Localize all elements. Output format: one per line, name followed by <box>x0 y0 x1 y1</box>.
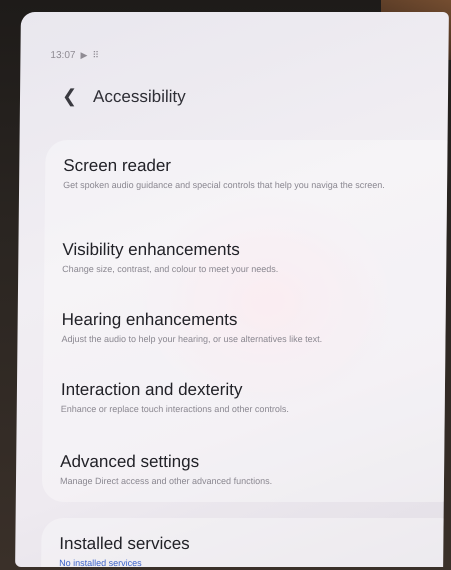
installed-services-card: Installed services No installed services <box>40 518 449 567</box>
settings-card: Screen reader Get spoken audio guidance … <box>41 140 449 502</box>
setting-description: Change size, contrast, and colour to mee… <box>62 264 279 274</box>
setting-visibility-enhancements[interactable]: Visibility enhancements Change size, con… <box>62 240 449 275</box>
setting-installed-services[interactable]: Installed services No installed services <box>59 534 449 567</box>
setting-hearing-enhancements[interactable]: Hearing enhancements Adjust the audio to… <box>61 310 448 345</box>
status-time: 13:07 <box>50 50 76 61</box>
grid-icon: ⠿ <box>92 50 100 60</box>
page-title: Accessibility <box>93 86 186 106</box>
app-bar: ❮ Accessibility <box>62 86 186 107</box>
phone-screen: 13:07 ▶ ⠿ ❮ Accessibility Screen reader … <box>15 12 449 567</box>
setting-description: Manage Direct access and other advanced … <box>59 476 273 486</box>
photo-frame: 13:07 ▶ ⠿ ❮ Accessibility Screen reader … <box>0 0 451 570</box>
setting-description: Get spoken audio guidance and special co… <box>63 180 385 190</box>
setting-advanced-settings[interactable]: Advanced settings Manage Direct access a… <box>60 452 449 487</box>
setting-screen-reader[interactable]: Screen reader Get spoken audio guidance … <box>63 156 449 191</box>
setting-title: Hearing enhancements <box>61 310 238 329</box>
setting-interaction-dexterity[interactable]: Interaction and dexterity Enhance or rep… <box>61 380 449 415</box>
setting-title: Screen reader <box>63 156 172 175</box>
setting-status: No installed services <box>59 558 142 567</box>
media-icon: ▶ <box>80 50 88 60</box>
setting-title: Interaction and dexterity <box>60 380 243 399</box>
chevron-left-icon[interactable]: ❮ <box>62 86 77 107</box>
setting-description: Adjust the audio to help your hearing, o… <box>61 334 323 344</box>
setting-description: Enhance or replace touch interactions an… <box>60 404 289 414</box>
setting-title: Installed services <box>59 534 190 553</box>
setting-title: Advanced settings <box>60 452 200 471</box>
setting-title: Visibility enhancements <box>62 240 240 259</box>
status-bar: 13:07 ▶ ⠿ <box>50 50 99 61</box>
